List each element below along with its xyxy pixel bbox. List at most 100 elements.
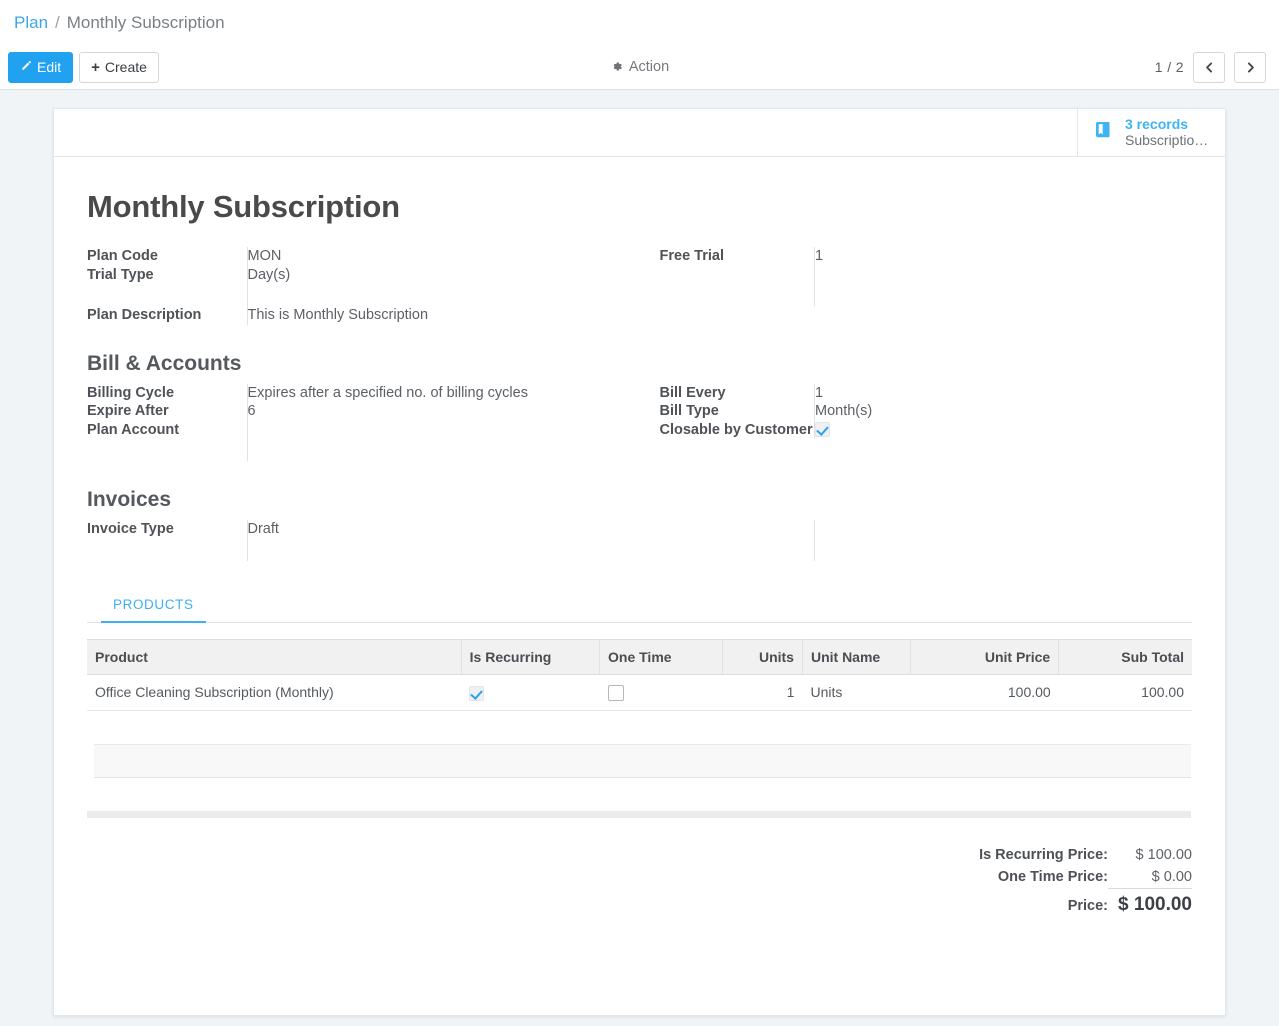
column-header-one-time[interactable]: One Time — [600, 639, 723, 674]
field-row-free-trial: Free Trial 1 — [660, 247, 1193, 266]
stat-button-value: 3 records — [1125, 117, 1208, 133]
cell-sub-total: 100.00 — [1059, 674, 1192, 710]
field-value-plan-code[interactable]: MON — [247, 247, 610, 266]
field-row-plan-code: Plan Code MON — [87, 247, 610, 266]
cell-is-recurring — [461, 674, 599, 710]
totals-row-price: Price: $ 100.00 — [979, 889, 1192, 920]
stat-button-bar: 3 records Subscriptio… — [54, 109, 1225, 157]
field-value-invoice-type[interactable]: Draft — [247, 520, 610, 539]
stat-button-subscriptions[interactable]: 3 records Subscriptio… — [1077, 109, 1225, 156]
chevron-right-icon — [1244, 61, 1257, 74]
edit-button[interactable]: Edit — [8, 52, 73, 83]
column-header-product[interactable]: Product — [87, 639, 461, 674]
breadcrumb-link-plan[interactable]: Plan — [14, 13, 48, 33]
field-row-closable-by-customer: Closable by Customer — [660, 421, 1193, 440]
table-row[interactable]: Office Cleaning Subscription (Monthly) 1… — [87, 674, 1192, 710]
create-button[interactable]: + Create — [79, 52, 159, 83]
field-value-plan-account[interactable] — [247, 421, 610, 440]
section-title-bill-accounts: Bill & Accounts — [87, 352, 1192, 376]
breadcrumb-separator: / — [55, 13, 60, 33]
book-icon — [1092, 118, 1116, 147]
stat-button-label: Subscriptio… — [1125, 133, 1208, 149]
bill-left-spacer — [87, 439, 610, 461]
field-label-invoice-type: Invoice Type — [87, 520, 247, 539]
notebook: PRODUCTS Product Is Recurring One Time U… — [87, 589, 1192, 919]
checkbox-is-recurring[interactable] — [469, 686, 484, 701]
field-spacer-right — [660, 284, 1193, 306]
gear-icon — [610, 60, 623, 75]
cell-units: 1 — [723, 674, 803, 710]
field-value-billing-cycle[interactable]: Expires after a specified no. of billing… — [247, 384, 610, 403]
column-header-units[interactable]: Units — [723, 639, 803, 674]
pager-previous-button[interactable] — [1193, 52, 1225, 83]
field-row-bill-every: Bill Every 1 — [660, 384, 1193, 403]
tab-products[interactable]: PRODUCTS — [101, 589, 206, 623]
totals-label-price: Price: — [979, 889, 1108, 920]
page-title: Monthly Subscription — [87, 189, 1192, 225]
main-fields-right: Free Trial 1 — [640, 247, 1193, 306]
field-value-free-trial[interactable]: 1 — [815, 247, 1193, 266]
control-panel: Edit + Create Action 1 / 2 — [0, 45, 1279, 90]
field-row-expire-after: Expire After 6 — [87, 402, 610, 421]
products-table-header-row: Product Is Recurring One Time Units Unit… — [87, 639, 1192, 674]
field-value-bill-type[interactable]: Month(s) — [815, 402, 1193, 421]
field-row-trial-type: Trial Type Day(s) — [87, 266, 610, 285]
totals-value-recurring: $ 100.00 — [1108, 844, 1192, 866]
cell-unit-name: Units — [802, 674, 910, 710]
field-value-bill-every[interactable]: 1 — [815, 384, 1193, 403]
field-label-plan-description: Plan Description — [87, 306, 247, 325]
field-value-plan-description[interactable]: This is Monthly Subscription — [247, 306, 610, 325]
bill-accounts-right: Bill Every 1 Bill Type Month(s) Closable… — [640, 384, 1193, 462]
pager: 1 / 2 — [1155, 52, 1266, 83]
field-row-invoice-blank — [660, 520, 1193, 539]
column-header-is-recurring[interactable]: Is Recurring — [461, 639, 599, 674]
field-value-trial-type[interactable]: Day(s) — [247, 266, 610, 285]
column-header-unit-price[interactable]: Unit Price — [910, 639, 1059, 674]
invoices-spacer — [87, 539, 610, 561]
invoices-left: Invoice Type Draft — [87, 520, 640, 561]
totals-row-recurring: Is Recurring Price: $ 100.00 — [979, 844, 1192, 866]
plus-icon: + — [91, 60, 100, 75]
products-table-head: Product Is Recurring One Time Units Unit… — [87, 639, 1192, 674]
pager-count: 1 / 2 — [1155, 59, 1184, 75]
totals-value-onetime: $ 0.00 — [1108, 866, 1192, 889]
field-row-billing-cycle: Billing Cycle Expires after a specified … — [87, 384, 610, 403]
products-table: Product Is Recurring One Time Units Unit… — [87, 639, 1192, 711]
main-fields-left: Plan Code MON Trial Type Day(s) — [87, 247, 640, 306]
plan-description-col: Plan Description This is Monthly Subscri… — [87, 306, 640, 325]
empty-row-placeholder[interactable] — [94, 744, 1191, 778]
action-menu[interactable]: Action — [610, 59, 669, 75]
totals-label-recurring: Is Recurring Price: — [979, 844, 1108, 866]
bill-accounts-left: Billing Cycle Expires after a specified … — [87, 384, 640, 462]
field-row-plan-account: Plan Account — [87, 421, 610, 440]
totals-section: Is Recurring Price: $ 100.00 One Time Pr… — [87, 844, 1192, 919]
field-value-closable-by-customer[interactable] — [815, 421, 1193, 440]
field-row-invoice-type: Invoice Type Draft — [87, 520, 610, 539]
pager-next-button[interactable] — [1234, 52, 1266, 83]
column-header-sub-total[interactable]: Sub Total — [1059, 639, 1192, 674]
field-value-expire-after[interactable]: 6 — [247, 402, 610, 421]
invoices-group: Invoice Type Draft — [87, 520, 1192, 561]
field-label-bill-type: Bill Type — [660, 402, 815, 421]
checkbox-closable-by-customer[interactable] — [815, 422, 830, 437]
totals-value-price: $ 100.00 — [1108, 889, 1192, 920]
bill-accounts-group: Billing Cycle Expires after a specified … — [87, 384, 1192, 462]
field-row-blank — [660, 266, 1193, 285]
field-row-bill-type: Bill Type Month(s) — [660, 402, 1193, 421]
field-spacer — [87, 284, 610, 306]
checkbox-one-time[interactable] — [608, 685, 624, 701]
invoices-right-spacer — [660, 539, 1193, 561]
field-label-billing-cycle: Billing Cycle — [87, 384, 247, 403]
pencil-icon — [20, 60, 32, 74]
column-header-unit-name[interactable]: Unit Name — [802, 639, 910, 674]
breadcrumb: Plan / Monthly Subscription — [0, 0, 1279, 45]
edit-button-label: Edit — [37, 60, 61, 74]
sheet-container: 3 records Subscriptio… Monthly Subscript… — [0, 90, 1279, 1016]
field-label-expire-after: Expire After — [87, 402, 247, 421]
section-title-invoices: Invoices — [87, 488, 1192, 512]
table-footer-separator — [87, 811, 1191, 818]
totals-label-onetime: One Time Price: — [979, 866, 1108, 889]
create-button-label: Create — [105, 60, 147, 74]
record-sheet: 3 records Subscriptio… Monthly Subscript… — [53, 108, 1226, 1016]
stat-button-text: 3 records Subscriptio… — [1125, 117, 1208, 148]
